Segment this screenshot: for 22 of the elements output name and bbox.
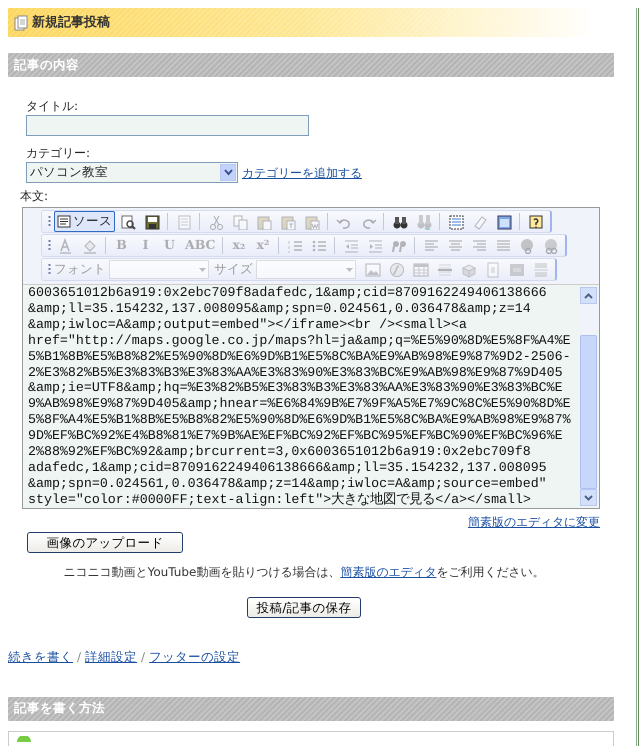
save-post-button[interactable]: 投稿/記事の保存: [247, 597, 361, 618]
info-text: ニコニコ動画とYouTube動画を貼りつける場合は、簡素版のエディタ をご利用ください。: [62, 564, 546, 581]
simple-editor-link[interactable]: 簡素版のエディタに変更: [468, 515, 600, 529]
source-button[interactable]: ソース: [54, 211, 115, 232]
body-label: 本文:: [20, 188, 50, 205]
link-separator: /: [141, 649, 146, 666]
field-label: カテゴリー:: [26, 145, 92, 162]
simple-editor-link[interactable]: 簡素版のエディタ: [340, 565, 436, 579]
combo-label: フォント: [54, 260, 106, 278]
link-separator: /: [77, 649, 82, 666]
section-header: 記事の内容: [8, 53, 614, 77]
upload-image-button[interactable]: 画像のアップロード: [27, 532, 183, 553]
footer-link[interactable]: 続きを書く: [8, 648, 73, 667]
footer-link[interactable]: フッターの設定: [149, 648, 240, 667]
field-label: タイトル:: [26, 98, 80, 115]
add-category-link[interactable]: カテゴリーを追加する: [242, 164, 362, 182]
footer-link[interactable]: 詳細設定: [85, 648, 138, 667]
page-title: 新規記事投稿: [32, 14, 110, 32]
category-select[interactable]: パソコン教室: [26, 162, 238, 183]
select-value: パソコン教室: [30, 163, 108, 182]
combo-label: サイズ: [214, 260, 253, 278]
section-header: 記事を書く方法: [8, 696, 614, 721]
